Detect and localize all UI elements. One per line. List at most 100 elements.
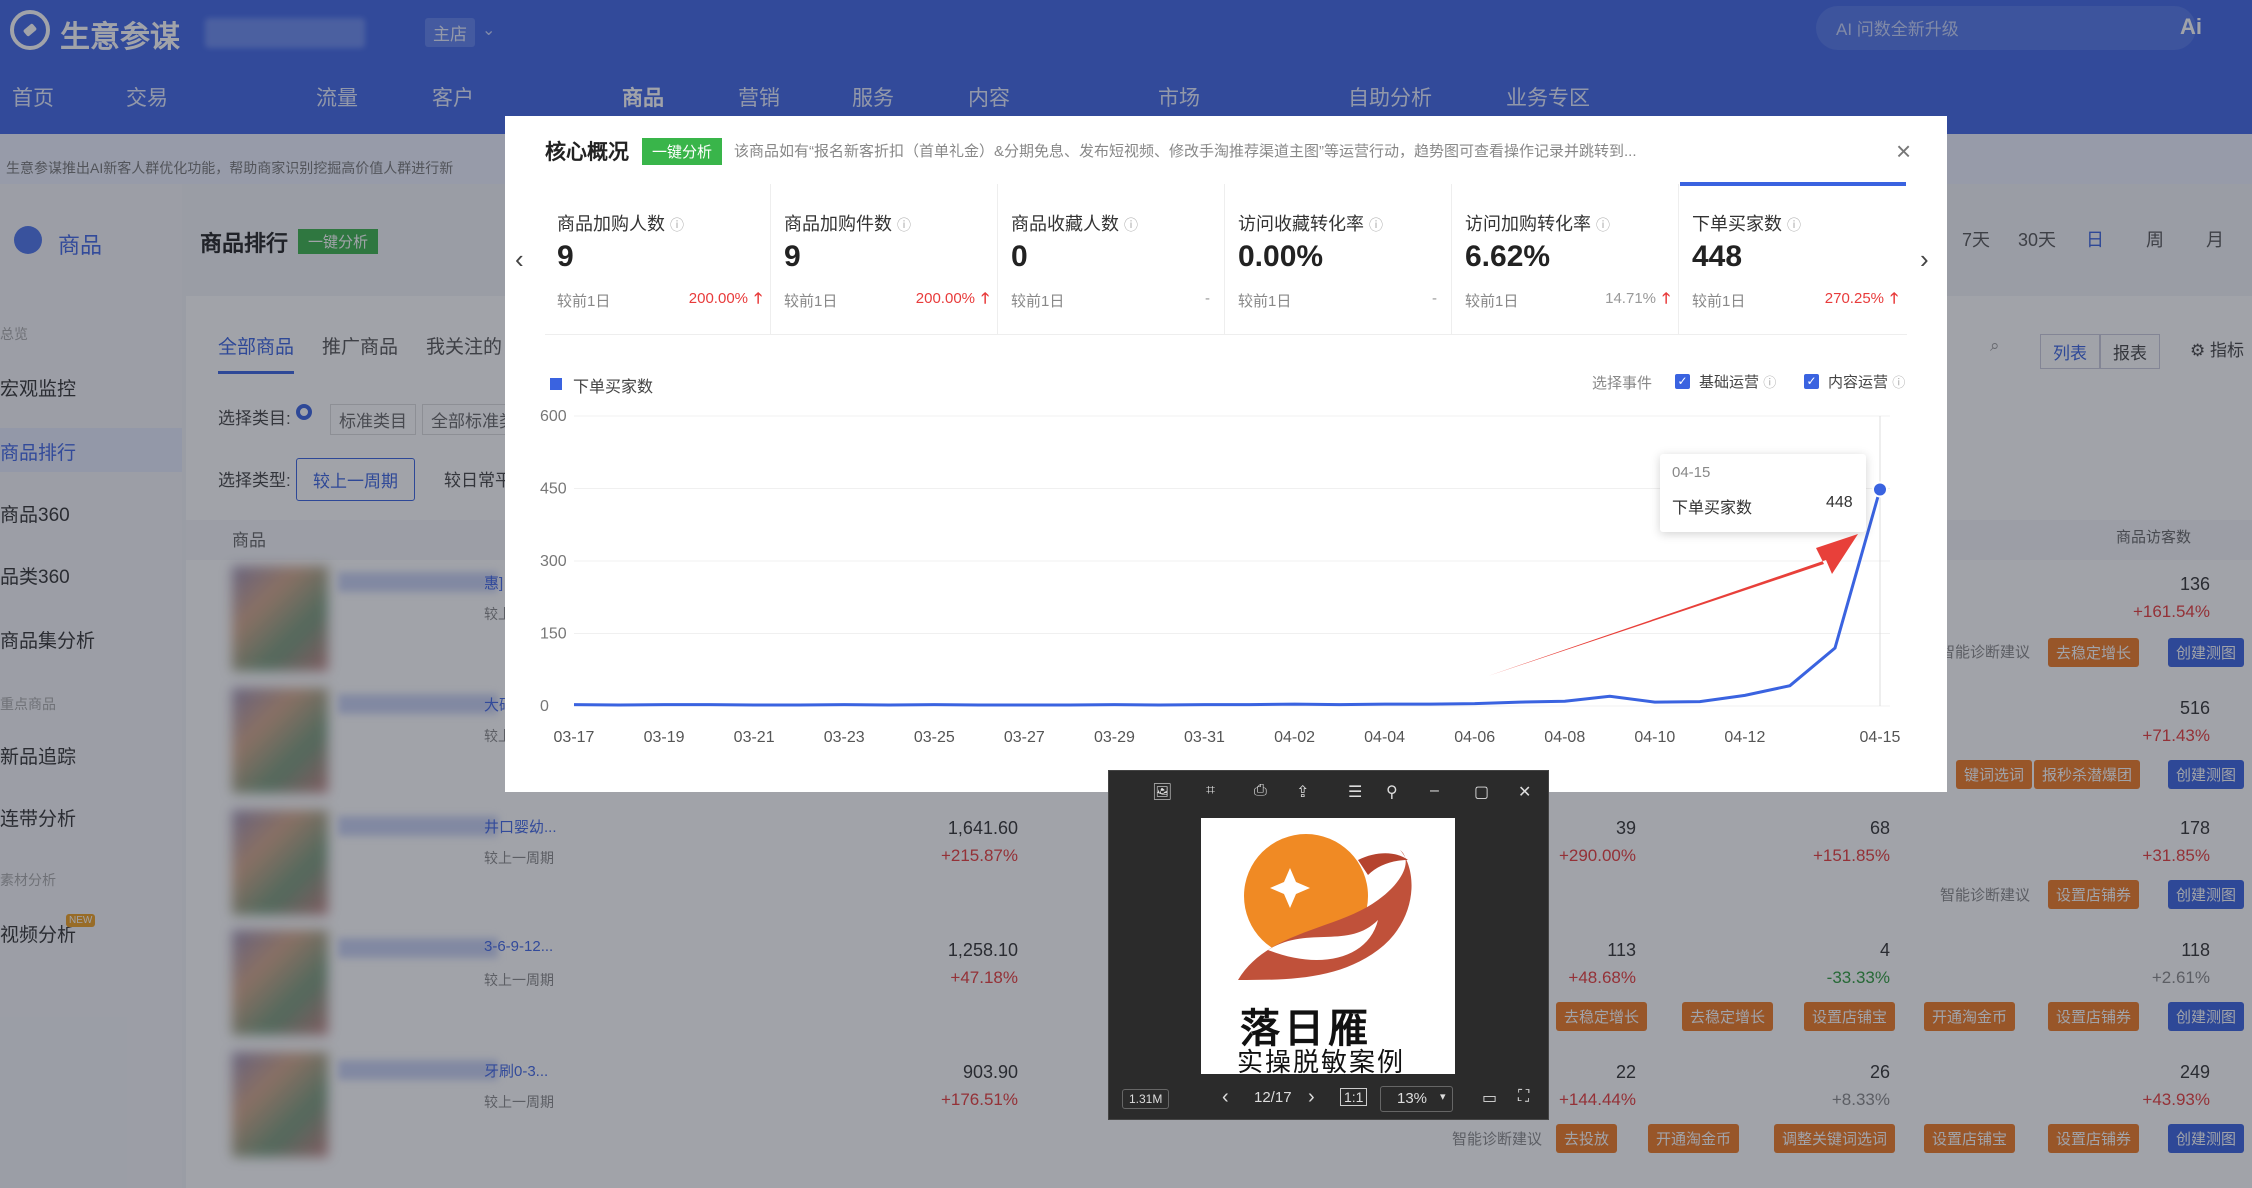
metric-card-selected[interactable]: 下单买家数 ⓘ 448 较前1日 270.25% 🡑 xyxy=(1680,184,1906,334)
x-tick-label: 04-08 xyxy=(1544,729,1585,746)
next-image-icon[interactable]: › xyxy=(1308,1086,1315,1109)
fullscreen-icon[interactable]: ⛶ xyxy=(1518,1088,1529,1106)
print-icon[interactable]: ⎙ xyxy=(1254,782,1267,800)
help-icon[interactable]: ⓘ xyxy=(1596,217,1610,233)
pin-icon[interactable]: ⚲ xyxy=(1386,782,1398,802)
help-icon[interactable]: ⓘ xyxy=(1763,375,1776,390)
metric-compare-label: 较前1日 xyxy=(1465,293,1519,310)
x-tick-label: 03-19 xyxy=(644,729,685,746)
metric-value: 9 xyxy=(557,240,574,273)
x-tick-label: 03-17 xyxy=(554,729,595,746)
help-icon[interactable]: ⓘ xyxy=(1369,217,1383,233)
x-tick-label: 04-04 xyxy=(1364,729,1405,746)
metric-card[interactable]: 商品加购人数 ⓘ 9 较前1日 200.00% 🡑 xyxy=(545,184,771,334)
share-icon[interactable]: ⇪ xyxy=(1296,782,1309,802)
arrow-up-icon: 🡑 xyxy=(1890,290,1898,307)
close-window-icon[interactable]: ✕ xyxy=(1518,782,1531,802)
help-icon[interactable]: ⓘ xyxy=(1892,375,1905,390)
metric-label: 访问收藏转化率 ⓘ xyxy=(1238,214,1384,234)
modal-title: 核心概况 xyxy=(545,141,629,164)
help-icon[interactable]: ⓘ xyxy=(1787,217,1801,233)
checkbox-content-ops[interactable]: ✓ xyxy=(1804,374,1819,389)
metric-change: 200.00% xyxy=(688,290,748,307)
viewer-logo-subtitle: 实操脱敏案例 xyxy=(1237,1047,1406,1077)
event-content-ops[interactable]: 内容运营 ⓘ xyxy=(1828,371,1905,392)
modal-ai-button[interactable]: 一键分析 xyxy=(642,138,723,165)
filmstrip-icon[interactable]: ▭ xyxy=(1482,1088,1497,1108)
x-tick-label: 03-29 xyxy=(1094,729,1135,746)
arrow-up-icon: 🡑 xyxy=(1662,290,1670,307)
close-icon[interactable]: × xyxy=(1896,136,1911,167)
metric-label: 下单买家数 ⓘ xyxy=(1692,214,1802,234)
help-icon[interactable]: ⓘ xyxy=(1124,217,1138,233)
x-tick-label: 03-27 xyxy=(1004,729,1045,746)
checkbox-basic-ops[interactable]: ✓ xyxy=(1675,374,1690,389)
metric-card[interactable]: 访问收藏转化率 ⓘ 0.00% 较前1日 - xyxy=(1226,184,1452,334)
chevron-right-icon[interactable]: › xyxy=(1920,244,1929,275)
metric-label: 商品收藏人数 ⓘ xyxy=(1011,214,1139,234)
event-select-label: 选择事件 xyxy=(1592,375,1653,392)
file-size-badge: 1.31M xyxy=(1122,1089,1170,1109)
legend-swatch xyxy=(550,378,562,390)
metric-card[interactable]: 商品加购件数 ⓘ 9 较前1日 200.00% 🡑 xyxy=(772,184,998,334)
tooltip-date: 04-15 xyxy=(1672,464,1711,481)
edit-image-icon[interactable]: 🖼 xyxy=(1152,782,1172,802)
metric-change: - xyxy=(1205,290,1210,307)
metric-label: 商品加购人数 ⓘ xyxy=(557,214,685,234)
menu-icon[interactable]: ☰ xyxy=(1348,782,1362,802)
event-basic-ops[interactable]: 基础运营 ⓘ xyxy=(1699,371,1776,392)
metric-change: - xyxy=(1432,290,1437,307)
metric-change: 270.25% xyxy=(1824,290,1884,307)
minimize-icon[interactable]: – xyxy=(1430,782,1439,800)
tooltip-value: 448 xyxy=(1826,494,1853,511)
x-tick-label: 04-10 xyxy=(1634,729,1675,746)
metric-label: 访问加购转化率 ⓘ xyxy=(1465,214,1611,234)
x-tick-label: 04-12 xyxy=(1724,729,1765,746)
metric-card[interactable]: 访问加购转化率 ⓘ 6.62% 较前1日 14.71% 🡑 xyxy=(1453,184,1679,334)
metric-card[interactable]: 商品收藏人数 ⓘ 0 较前1日 - xyxy=(999,184,1225,334)
crop-icon[interactable]: ⌗ xyxy=(1206,782,1215,800)
metric-compare-label: 较前1日 xyxy=(1011,293,1065,310)
actual-size-icon[interactable]: 1:1 xyxy=(1340,1088,1368,1106)
tooltip-label: 下单买家数 xyxy=(1672,500,1753,517)
x-tick-label: 04-02 xyxy=(1274,729,1315,746)
page-counter: 12/17 xyxy=(1254,1089,1292,1106)
metric-compare-label: 较前1日 xyxy=(784,293,838,310)
maximize-icon[interactable]: ▢ xyxy=(1474,782,1489,802)
x-tick-label: 03-31 xyxy=(1184,729,1225,746)
y-tick-label: 150 xyxy=(540,626,567,643)
help-icon[interactable]: ⓘ xyxy=(897,217,911,233)
metric-compare-label: 较前1日 xyxy=(1692,293,1746,310)
modal-description: 该商品如有“报名新客折扣（首单礼金）&分期免息、发布短视频、修改手淘推荐渠道主图… xyxy=(734,143,1637,160)
zoom-dropdown-icon[interactable]: ▾ xyxy=(1440,1090,1446,1103)
x-tick-label: 03-25 xyxy=(914,729,955,746)
metric-compare-label: 较前1日 xyxy=(557,293,611,310)
metric-value: 0 xyxy=(1011,240,1028,273)
red-annotation-arrow xyxy=(1488,534,1858,676)
prev-image-icon[interactable]: ‹ xyxy=(1222,1086,1229,1109)
metric-change: 14.71% xyxy=(1605,290,1656,307)
metric-value: 9 xyxy=(784,240,801,273)
cards-divider xyxy=(545,334,1907,335)
chevron-left-icon[interactable]: ‹ xyxy=(515,244,524,275)
help-icon[interactable]: ⓘ xyxy=(670,217,684,233)
metric-value: 448 xyxy=(1692,240,1743,273)
arrow-up-icon: 🡑 xyxy=(754,290,762,307)
metric-value: 0.00% xyxy=(1238,240,1324,273)
y-tick-label: 0 xyxy=(540,698,549,715)
metric-label: 商品加购件数 ⓘ xyxy=(784,214,912,234)
legend-label: 下单买家数 xyxy=(573,379,654,396)
setting-sun-logo xyxy=(1238,834,1412,980)
y-tick-label: 450 xyxy=(540,481,567,498)
x-tick-label: 03-21 xyxy=(734,729,775,746)
x-tick-label: 04-15 xyxy=(1860,729,1901,746)
x-tick-label: 04-06 xyxy=(1454,729,1495,746)
x-tick-label: 03-23 xyxy=(824,729,865,746)
metric-value: 6.62% xyxy=(1465,240,1551,273)
y-tick-label: 300 xyxy=(540,553,567,570)
selected-card-indicator xyxy=(1680,182,1906,186)
y-tick-label: 600 xyxy=(540,408,567,425)
metric-compare-label: 较前1日 xyxy=(1238,293,1292,310)
data-point xyxy=(1872,481,1888,498)
arrow-up-icon: 🡑 xyxy=(981,290,989,307)
